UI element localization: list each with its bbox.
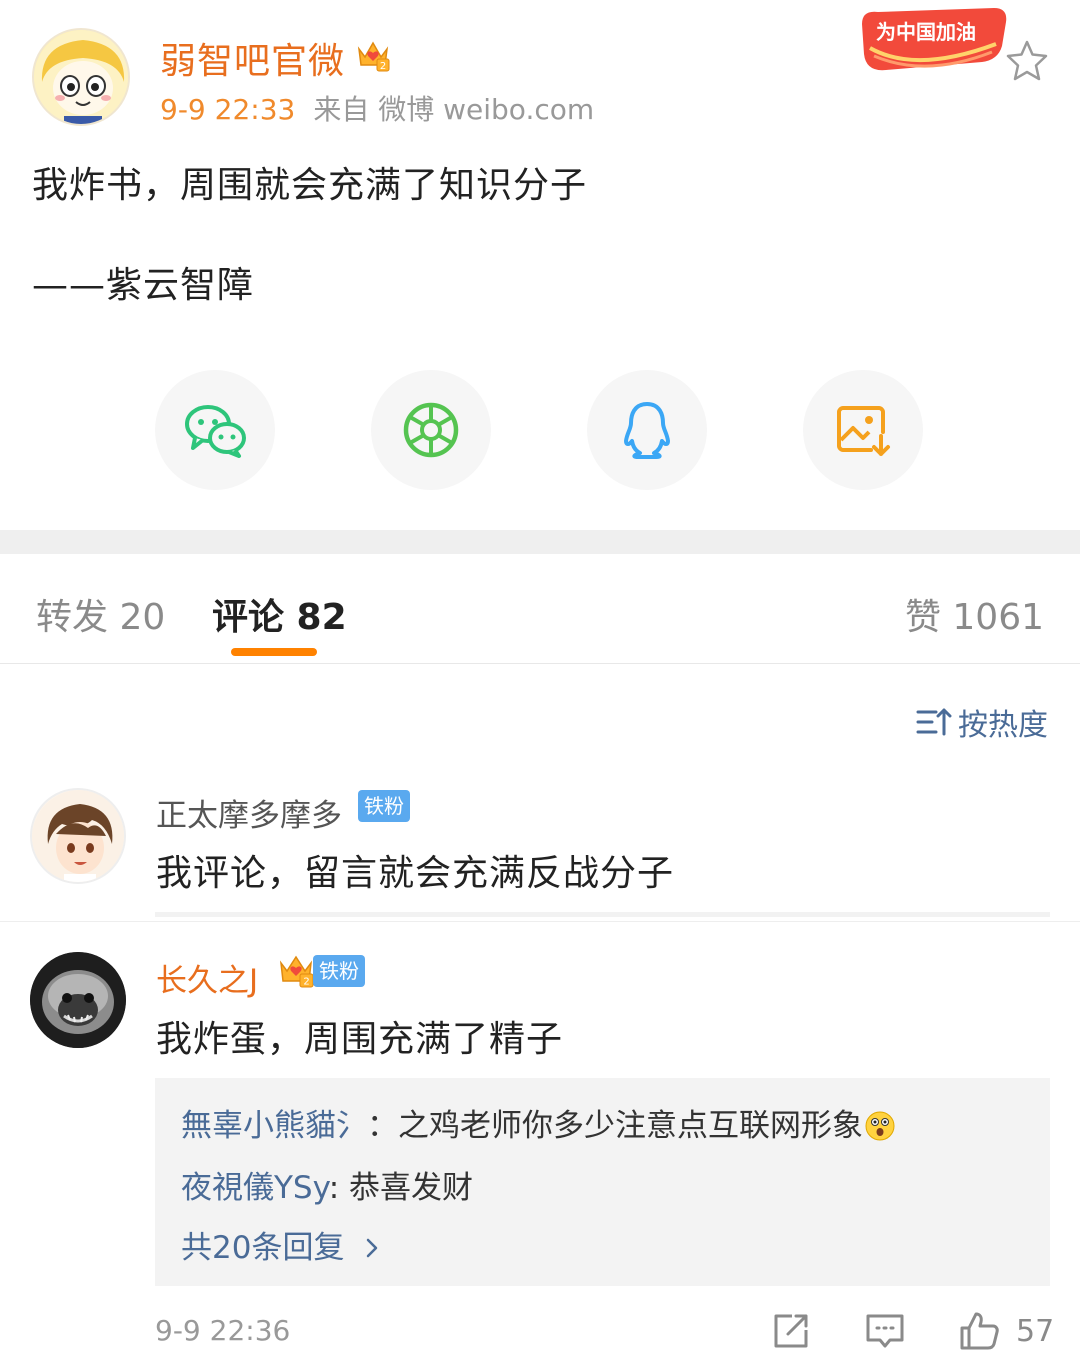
svg-text:2: 2 xyxy=(303,977,309,988)
reply-author[interactable]: 無辜小熊貓氵 xyxy=(181,1108,367,1144)
vip-crown-icon[interactable]: 2 xyxy=(355,37,391,73)
commenter-name[interactable]: 正太摩多摩多 xyxy=(156,790,342,835)
comment-divider xyxy=(0,921,1080,922)
reply-text: : 恭喜发财 xyxy=(328,1170,474,1206)
like-count: 57 xyxy=(1016,1314,1055,1349)
post-text-line-1: 我炸书，周围就会充满了知识分子 xyxy=(32,165,588,206)
tab-likes[interactable]: 赞 1061 xyxy=(905,588,1044,640)
sort-label: 按热度 xyxy=(958,708,1048,743)
section-separator xyxy=(0,530,1080,554)
tabs-divider xyxy=(0,663,1080,664)
cheer-badge-label: 为中国加油 xyxy=(876,20,976,44)
surprised-emoji-icon xyxy=(865,1111,895,1141)
chevron-right-icon xyxy=(367,1238,378,1258)
post-source: 来自 微博 weibo.com xyxy=(313,93,595,126)
share-comment-icon[interactable] xyxy=(770,1310,812,1352)
svg-text:2: 2 xyxy=(380,61,386,72)
comment-time: 9-9 22:36 xyxy=(155,1314,291,1347)
save-image-icon xyxy=(837,406,890,456)
tab-active-indicator xyxy=(231,648,317,656)
sort-by-hot-button[interactable]: 按热度 xyxy=(916,700,1048,744)
wechat-icon xyxy=(185,405,246,458)
comment-text: 我炸蛋，周围充满了精子 xyxy=(156,1019,564,1060)
moments-icon xyxy=(403,402,459,458)
tab-repost[interactable]: 转发 20 xyxy=(36,588,165,640)
share-qq-button[interactable] xyxy=(587,370,707,490)
fan-badge: 铁粉 xyxy=(358,790,410,822)
more-replies-link[interactable]: 共20条回复 xyxy=(181,1222,382,1267)
post-meta: 9-9 22:33 来自 微博 weibo.com xyxy=(160,88,594,128)
more-replies-label: 共20条回复 xyxy=(181,1230,345,1266)
reply-item[interactable]: 無辜小熊貓氵：之鸡老师你多少注意点互联网形象 xyxy=(181,1100,895,1145)
favorite-star-icon[interactable] xyxy=(1004,38,1050,84)
reply-comment-icon[interactable] xyxy=(864,1310,906,1352)
vip-crown-icon[interactable]: 2 xyxy=(277,951,315,989)
save-image-button[interactable] xyxy=(803,370,923,490)
comment-divider xyxy=(155,912,1050,917)
comment-text: 我评论，留言就会充满反战分子 xyxy=(156,853,675,894)
commenter-avatar[interactable] xyxy=(30,952,126,1048)
post-header: 弱智吧官微 2 9-9 22:33 来自 微博 weibo.com 为中国加油 xyxy=(0,0,1080,140)
commenter-name[interactable]: 长久之J xyxy=(156,955,258,1000)
sort-icon xyxy=(916,708,952,736)
post-time: 9-9 22:33 xyxy=(160,93,296,126)
like-thumb-icon[interactable] xyxy=(958,1310,1000,1352)
author-avatar[interactable] xyxy=(32,28,130,126)
post-text-line-2: ——紫云智障 xyxy=(32,265,255,306)
share-moments-button[interactable] xyxy=(371,370,491,490)
tab-comments[interactable]: 评论 82 xyxy=(212,588,347,640)
reply-author[interactable]: 夜視儀YSy xyxy=(181,1170,329,1206)
fan-badge: 铁粉 xyxy=(313,955,365,987)
reply-text: ：之鸡老师你多少注意点互联网形象 xyxy=(367,1108,863,1144)
reply-item[interactable]: 夜視儀YSy: 恭喜发财 xyxy=(181,1162,473,1207)
share-wechat-button[interactable] xyxy=(155,370,275,490)
commenter-avatar[interactable] xyxy=(30,788,126,884)
cheer-badge[interactable]: 为中国加油 xyxy=(856,4,1012,74)
author-name[interactable]: 弱智吧官微 xyxy=(160,32,345,84)
qq-icon xyxy=(624,402,670,459)
